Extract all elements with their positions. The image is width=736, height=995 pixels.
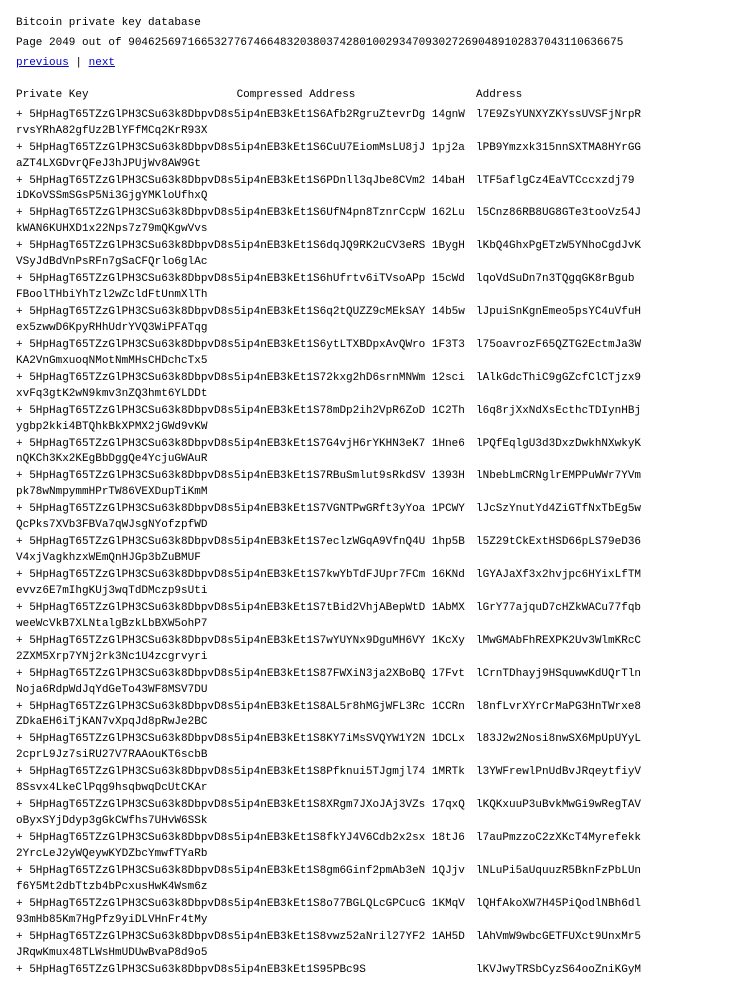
address-cell: lGrY77ajquD7cHZkWACu77fqb bbox=[476, 601, 720, 633]
table-row: + 5HpHagT65TZzGlPH3CSu63k8DbpvD8s5ip4nEB… bbox=[16, 601, 720, 633]
address-cell: lTF5aflgCz4EaVTCccxzdj79 bbox=[476, 174, 720, 206]
header-line1: Bitcoin private key database bbox=[16, 16, 720, 32]
address-cell: lGYAJaXf3x2hvjpc6HYixLfTM bbox=[476, 568, 720, 600]
key-cell: + 5HpHagT65TZzGlPH3CSu63k8DbpvD8s5ip4nEB… bbox=[16, 798, 476, 830]
key-cell: + 5HpHagT65TZzGlPH3CSu63k8DbpvD8s5ip4nEB… bbox=[16, 601, 476, 633]
key-cell: + 5HpHagT65TZzGlPH3CSu63k8DbpvD8s5ip4nEB… bbox=[16, 174, 476, 206]
table-row: + 5HpHagT65TZzGlPH3CSu63k8DbpvD8s5ip4nEB… bbox=[16, 930, 720, 962]
address-cell: lKVJwyTRSbCyzS64ooZniKGyM bbox=[476, 963, 720, 979]
table-row: + 5HpHagT65TZzGlPH3CSu63k8DbpvD8s5ip4nEB… bbox=[16, 437, 720, 469]
table-row: + 5HpHagT65TZzGlPH3CSu63k8DbpvD8s5ip4nEB… bbox=[16, 798, 720, 830]
table-row: + 5HpHagT65TZzGlPH3CSu63k8DbpvD8s5ip4nEB… bbox=[16, 963, 720, 979]
table-row: + 5HpHagT65TZzGlPH3CSu63k8DbpvD8s5ip4nEB… bbox=[16, 239, 720, 271]
address-cell: l5Cnz86RB8UG8GTe3tooVz54J bbox=[476, 206, 720, 238]
key-cell: + 5HpHagT65TZzGlPH3CSu63k8DbpvD8s5ip4nEB… bbox=[16, 338, 476, 370]
table-row: + 5HpHagT65TZzGlPH3CSu63k8DbpvD8s5ip4nEB… bbox=[16, 864, 720, 896]
table-row: + 5HpHagT65TZzGlPH3CSu63k8DbpvD8s5ip4nEB… bbox=[16, 535, 720, 567]
address-cell: l75oavrozF65QZTG2EctmJa3W bbox=[476, 338, 720, 370]
table-row: + 5HpHagT65TZzGlPH3CSu63k8DbpvD8s5ip4nEB… bbox=[16, 206, 720, 238]
address-cell: lJpuiSnKgnEmeo5psYC4uVfuH bbox=[476, 305, 720, 337]
key-cell: + 5HpHagT65TZzGlPH3CSu63k8DbpvD8s5ip4nEB… bbox=[16, 305, 476, 337]
data-table: + 5HpHagT65TZzGlPH3CSu63k8DbpvD8s5ip4nEB… bbox=[16, 108, 720, 979]
nav-links: previous | next bbox=[16, 56, 720, 72]
previous-link[interactable]: previous bbox=[16, 57, 69, 69]
table-row: + 5HpHagT65TZzGlPH3CSu63k8DbpvD8s5ip4nEB… bbox=[16, 272, 720, 304]
table-row: + 5HpHagT65TZzGlPH3CSu63k8DbpvD8s5ip4nEB… bbox=[16, 469, 720, 501]
address-cell: l83J2w2Nosi8nwSX6MpUpUYyL bbox=[476, 732, 720, 764]
table-row: + 5HpHagT65TZzGlPH3CSu63k8DbpvD8s5ip4nEB… bbox=[16, 634, 720, 666]
address-cell: lqoVdSuDn7n3TQgqGK8rBgub bbox=[476, 272, 720, 304]
table-row: + 5HpHagT65TZzGlPH3CSu63k8DbpvD8s5ip4nEB… bbox=[16, 568, 720, 600]
table-row: + 5HpHagT65TZzGlPH3CSu63k8DbpvD8s5ip4nEB… bbox=[16, 700, 720, 732]
key-cell: + 5HpHagT65TZzGlPH3CSu63k8DbpvD8s5ip4nEB… bbox=[16, 897, 476, 929]
key-cell: + 5HpHagT65TZzGlPH3CSu63k8DbpvD8s5ip4nEB… bbox=[16, 634, 476, 666]
key-cell: + 5HpHagT65TZzGlPH3CSu63k8DbpvD8s5ip4nEB… bbox=[16, 502, 476, 534]
key-cell: + 5HpHagT65TZzGlPH3CSu63k8DbpvD8s5ip4nEB… bbox=[16, 864, 476, 896]
address-cell: lKbQ4GhxPgETzW5YNhoCgdJvK bbox=[476, 239, 720, 271]
address-cell: l5Z29tCkExtHSD66pLS79eD36 bbox=[476, 535, 720, 567]
address-cell: lQHfAkoXW7H45PiQodlNBh6dl bbox=[476, 897, 720, 929]
key-cell: + 5HpHagT65TZzGlPH3CSu63k8DbpvD8s5ip4nEB… bbox=[16, 371, 476, 403]
next-link[interactable]: next bbox=[89, 57, 115, 69]
table-row: + 5HpHagT65TZzGlPH3CSu63k8DbpvD8s5ip4nEB… bbox=[16, 404, 720, 436]
key-cell: + 5HpHagT65TZzGlPH3CSu63k8DbpvD8s5ip4nEB… bbox=[16, 206, 476, 238]
table-row: + 5HpHagT65TZzGlPH3CSu63k8DbpvD8s5ip4nEB… bbox=[16, 831, 720, 863]
table-row: + 5HpHagT65TZzGlPH3CSu63k8DbpvD8s5ip4nEB… bbox=[16, 174, 720, 206]
address-cell: l6q8rjXxNdXsEcthcTDIynHBj bbox=[476, 404, 720, 436]
col-header-private-key: Private Key bbox=[16, 88, 116, 104]
table-row: + 5HpHagT65TZzGlPH3CSu63k8DbpvD8s5ip4nEB… bbox=[16, 897, 720, 929]
address-cell: lAlkGdcThiC9gGZcfClCTjzx9 bbox=[476, 371, 720, 403]
table-row: + 5HpHagT65TZzGlPH3CSu63k8DbpvD8s5ip4nEB… bbox=[16, 338, 720, 370]
key-cell: + 5HpHagT65TZzGlPH3CSu63k8DbpvD8s5ip4nEB… bbox=[16, 667, 476, 699]
table-row: + 5HpHagT65TZzGlPH3CSu63k8DbpvD8s5ip4nEB… bbox=[16, 108, 720, 140]
key-cell: + 5HpHagT65TZzGlPH3CSu63k8DbpvD8s5ip4nEB… bbox=[16, 141, 476, 173]
key-cell: + 5HpHagT65TZzGlPH3CSu63k8DbpvD8s5ip4nEB… bbox=[16, 700, 476, 732]
key-cell: + 5HpHagT65TZzGlPH3CSu63k8DbpvD8s5ip4nEB… bbox=[16, 437, 476, 469]
address-cell: l8nfLvrXYrCrMaPG3HnTWrxe8 bbox=[476, 700, 720, 732]
key-cell: + 5HpHagT65TZzGlPH3CSu63k8DbpvD8s5ip4nEB… bbox=[16, 469, 476, 501]
col-header-address: Address bbox=[476, 88, 720, 104]
address-cell: lAhVmW9wbcGETFUXct9UnxMr5 bbox=[476, 930, 720, 962]
col-header-compressed: Compressed Address bbox=[116, 88, 476, 104]
key-cell: + 5HpHagT65TZzGlPH3CSu63k8DbpvD8s5ip4nEB… bbox=[16, 963, 476, 979]
table-row: + 5HpHagT65TZzGlPH3CSu63k8DbpvD8s5ip4nEB… bbox=[16, 732, 720, 764]
table-row: + 5HpHagT65TZzGlPH3CSu63k8DbpvD8s5ip4nEB… bbox=[16, 305, 720, 337]
key-cell: + 5HpHagT65TZzGlPH3CSu63k8DbpvD8s5ip4nEB… bbox=[16, 535, 476, 567]
address-cell: lKQKxuuP3uBvkMwGi9wRegTAV bbox=[476, 798, 720, 830]
column-headers: Private Key Compressed Address Address bbox=[16, 88, 720, 104]
key-cell: + 5HpHagT65TZzGlPH3CSu63k8DbpvD8s5ip4nEB… bbox=[16, 831, 476, 863]
key-cell: + 5HpHagT65TZzGlPH3CSu63k8DbpvD8s5ip4nEB… bbox=[16, 930, 476, 962]
table-row: + 5HpHagT65TZzGlPH3CSu63k8DbpvD8s5ip4nEB… bbox=[16, 141, 720, 173]
address-cell: lCrnTDhayj9HSquwwKdUQrTln bbox=[476, 667, 720, 699]
header-line2: Page 2049 out of 90462569716653277674664… bbox=[16, 36, 720, 52]
address-cell: lJcSzYnutYd4ZiGTfNxTbEg5w bbox=[476, 502, 720, 534]
table-row: + 5HpHagT65TZzGlPH3CSu63k8DbpvD8s5ip4nEB… bbox=[16, 765, 720, 797]
table-row: + 5HpHagT65TZzGlPH3CSu63k8DbpvD8s5ip4nEB… bbox=[16, 667, 720, 699]
address-cell: lNbebLmCRNglrEMPPuWWr7YVm bbox=[476, 469, 720, 501]
address-cell: lMwGMAbFhREXPK2Uv3WlmKRcC bbox=[476, 634, 720, 666]
address-cell: lNLuPi5aUquuzR5BknFzPbLUn bbox=[476, 864, 720, 896]
key-cell: + 5HpHagT65TZzGlPH3CSu63k8DbpvD8s5ip4nEB… bbox=[16, 272, 476, 304]
address-cell: lPB9Ymzxk315nnSXTMA8HYrGG bbox=[476, 141, 720, 173]
address-cell: l3YWFrewlPnUdBvJRqeytfiyV bbox=[476, 765, 720, 797]
header: Bitcoin private key database Page 2049 o… bbox=[16, 16, 720, 72]
key-cell: + 5HpHagT65TZzGlPH3CSu63k8DbpvD8s5ip4nEB… bbox=[16, 239, 476, 271]
key-cell: + 5HpHagT65TZzGlPH3CSu63k8DbpvD8s5ip4nEB… bbox=[16, 568, 476, 600]
address-cell: l7auPmzzoC2zXKcT4Myrefekk bbox=[476, 831, 720, 863]
table-row: + 5HpHagT65TZzGlPH3CSu63k8DbpvD8s5ip4nEB… bbox=[16, 371, 720, 403]
key-cell: + 5HpHagT65TZzGlPH3CSu63k8DbpvD8s5ip4nEB… bbox=[16, 765, 476, 797]
key-cell: + 5HpHagT65TZzGlPH3CSu63k8DbpvD8s5ip4nEB… bbox=[16, 108, 476, 140]
table-row: + 5HpHagT65TZzGlPH3CSu63k8DbpvD8s5ip4nEB… bbox=[16, 502, 720, 534]
key-cell: + 5HpHagT65TZzGlPH3CSu63k8DbpvD8s5ip4nEB… bbox=[16, 732, 476, 764]
key-cell: + 5HpHagT65TZzGlPH3CSu63k8DbpvD8s5ip4nEB… bbox=[16, 404, 476, 436]
address-cell: lPQfEqlgU3d3DxzDwkhNXwkyK bbox=[476, 437, 720, 469]
address-cell: l7E9ZsYUNXYZKYssUVSFjNrpR bbox=[476, 108, 720, 140]
